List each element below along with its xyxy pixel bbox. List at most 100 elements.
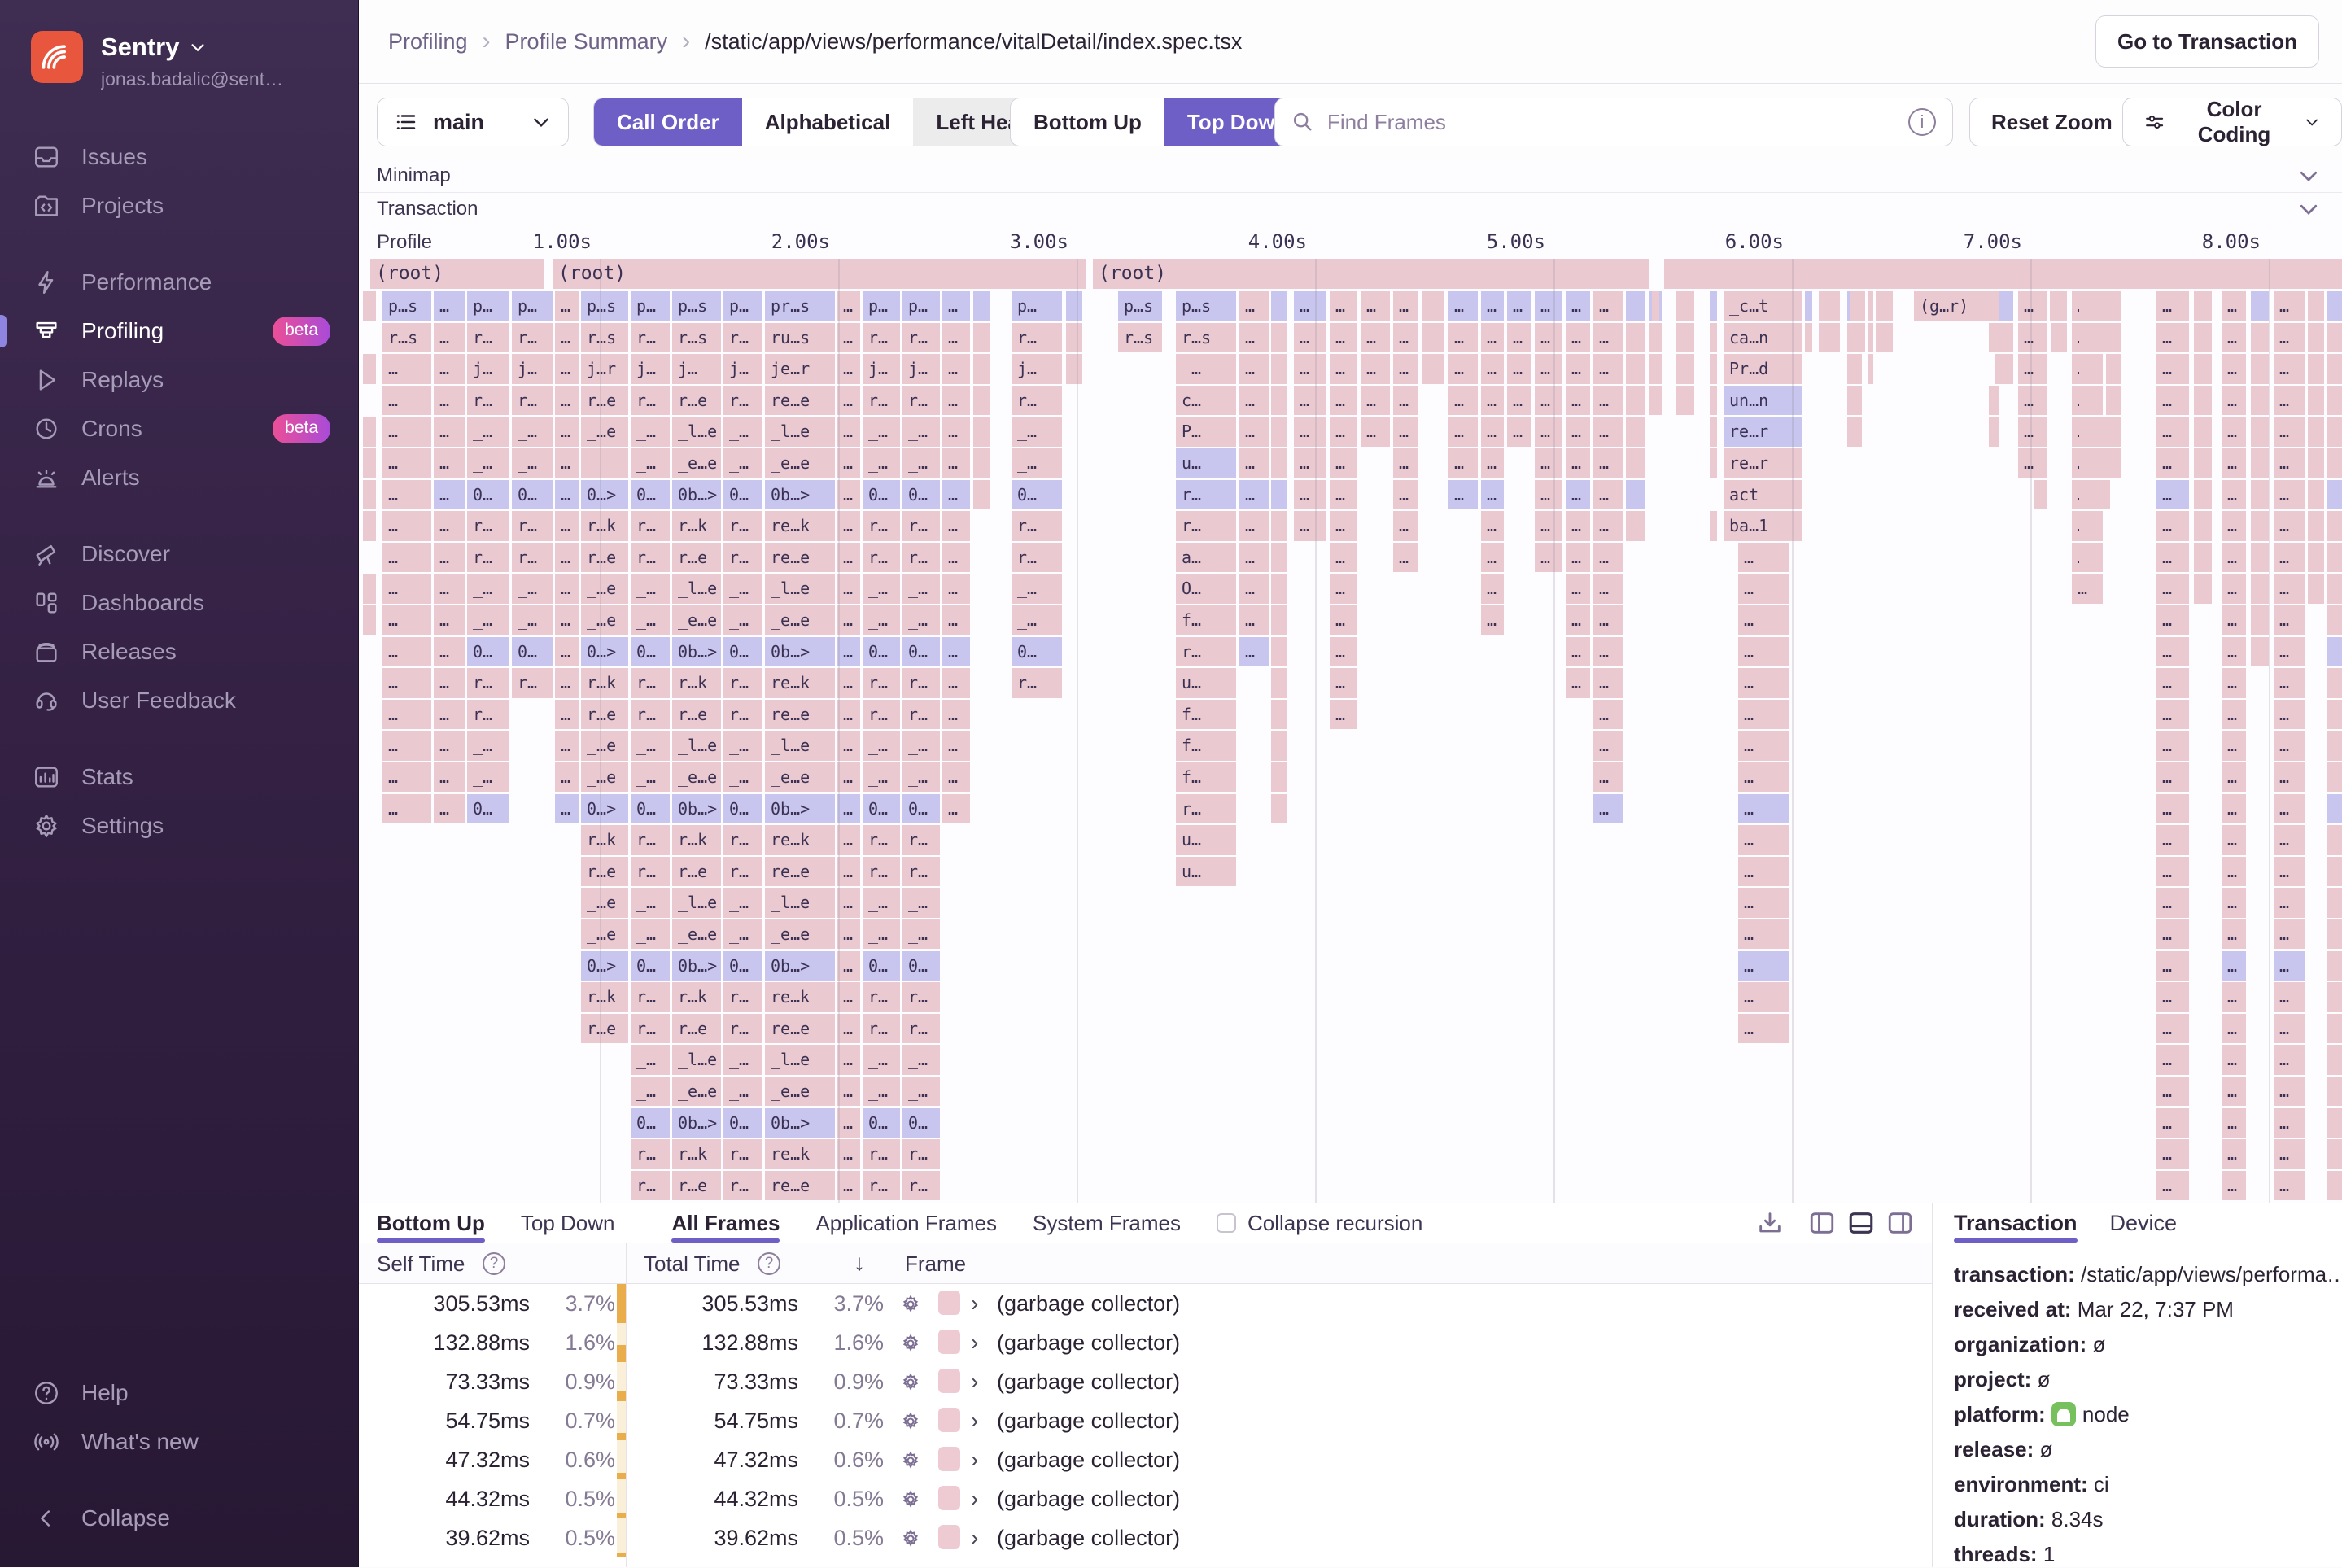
flame-frame[interactable]: … xyxy=(555,668,579,698)
flame-frame[interactable]: … xyxy=(1566,511,1590,541)
flame-frame[interactable]: … xyxy=(1393,322,1418,352)
flame-frame[interactable] xyxy=(1676,291,1694,321)
flame-frame[interactable]: _l…e xyxy=(672,417,721,447)
flame-frame[interactable]: re…e xyxy=(765,542,835,573)
flame-frame[interactable] xyxy=(2327,888,2342,918)
flame-frame[interactable]: … xyxy=(434,354,465,384)
org-switcher[interactable]: Sentry xyxy=(101,33,283,62)
flame-frame[interactable] xyxy=(1850,291,1866,321)
flame-frame[interactable] xyxy=(1868,291,1874,321)
flame-frame[interactable]: ba…1 xyxy=(1724,511,1802,541)
flame-frame[interactable]: r… xyxy=(723,1139,762,1169)
flame-frame[interactable]: … xyxy=(2222,1077,2246,1107)
flame-frame[interactable] xyxy=(1847,417,1862,447)
flame-frame[interactable]: … xyxy=(1330,699,1357,730)
flame-frame[interactable]: r… xyxy=(902,982,940,1012)
flame-frame[interactable] xyxy=(2308,322,2324,352)
flame-frame[interactable]: _… xyxy=(863,731,900,761)
flame-frame[interactable]: … xyxy=(1507,322,1531,352)
flame-frame[interactable]: 0… xyxy=(723,1107,762,1138)
flame-frame[interactable]: … xyxy=(1239,542,1269,573)
flame-frame[interactable]: _… xyxy=(902,888,940,918)
flame-frame[interactable]: _… xyxy=(512,605,553,635)
flame-frame[interactable]: _l…e xyxy=(765,417,835,447)
flame-frame[interactable]: … xyxy=(1330,605,1357,635)
collapse-recursion-toggle[interactable]: Collapse recursion xyxy=(1217,1211,1422,1236)
flame-frame[interactable]: r… xyxy=(512,668,553,698)
flame-frame[interactable] xyxy=(1271,322,1287,352)
flame-frame[interactable]: … xyxy=(2274,291,2305,321)
flame-frame[interactable]: … xyxy=(2156,605,2189,635)
flame-frame[interactable]: … xyxy=(1566,605,1590,635)
flame-frame[interactable] xyxy=(2327,825,2342,855)
flame-frame[interactable]: r… xyxy=(631,825,670,855)
flame-frame[interactable]: _…e xyxy=(581,762,628,793)
flame-frame[interactable]: … xyxy=(1330,417,1357,447)
flame-frame[interactable]: _… xyxy=(1012,574,1062,604)
flame-frame[interactable]: r… xyxy=(467,385,509,416)
flame-frame[interactable]: … xyxy=(434,636,465,666)
flame-frame[interactable]: … xyxy=(1239,291,1269,321)
flame-frame[interactable]: … xyxy=(2274,574,2305,604)
flame-frame[interactable] xyxy=(1676,385,1694,416)
flame-frame[interactable]: _l…e xyxy=(672,888,721,918)
flame-frame[interactable]: … xyxy=(2222,825,2246,855)
flame-frame[interactable]: … xyxy=(1738,542,1789,573)
flame-frame[interactable] xyxy=(1271,731,1287,761)
flame-frame[interactable]: … xyxy=(1393,291,1418,321)
flame-frame[interactable]: p… xyxy=(863,291,900,321)
flame-frame[interactable] xyxy=(2327,1139,2342,1169)
flame-frame[interactable] xyxy=(2099,417,2111,447)
flame-frame[interactable]: r… xyxy=(467,511,509,541)
flame-frame[interactable]: _…e xyxy=(581,919,628,950)
sidebar-item-profiling[interactable]: Profiling beta xyxy=(0,307,358,356)
flame-frame[interactable] xyxy=(2034,417,2048,447)
flame-frame[interactable] xyxy=(2194,511,2212,541)
flame-frame[interactable]: … xyxy=(2156,322,2189,352)
flame-frame[interactable]: 0b…> xyxy=(765,793,835,823)
flame-frame[interactable]: _… xyxy=(863,605,900,635)
flame-frame[interactable]: 0b…> xyxy=(672,636,721,666)
flame-frame[interactable]: … xyxy=(837,825,860,855)
flame-frame[interactable]: … xyxy=(1738,636,1789,666)
sidebar-item-settings[interactable]: Settings xyxy=(0,801,358,850)
flame-frame[interactable]: … xyxy=(2274,448,2305,478)
flame-frame[interactable] xyxy=(1989,385,1999,416)
flame-frame[interactable]: re…e xyxy=(765,699,835,730)
flame-frame[interactable]: p…s xyxy=(1176,291,1236,321)
flame-frame[interactable]: … xyxy=(1239,448,1269,478)
sentry-logo-icon[interactable] xyxy=(31,31,83,83)
flame-frame[interactable]: … xyxy=(837,919,860,950)
flame-frame[interactable]: … xyxy=(434,762,465,793)
flame-frame[interactable]: … xyxy=(1330,542,1357,573)
flame-frame[interactable]: r… xyxy=(723,699,762,730)
flame-frame[interactable]: … xyxy=(1535,542,1562,573)
flame-frame[interactable]: … xyxy=(1738,793,1789,823)
sidebar-item-crons[interactable]: Crons beta xyxy=(0,404,358,453)
flame-frame[interactable]: … xyxy=(2274,417,2305,447)
flame-frame[interactable]: _… xyxy=(1012,448,1062,478)
flame-frame[interactable]: f… xyxy=(1176,699,1236,730)
flame-frame[interactable] xyxy=(2079,385,2097,416)
flame-frame[interactable]: _… xyxy=(863,448,900,478)
flame-frame[interactable]: … xyxy=(837,1139,860,1169)
flame-frame[interactable]: … xyxy=(2222,354,2246,384)
flame-frame[interactable]: r…k xyxy=(672,511,721,541)
flame-frame[interactable] xyxy=(1066,322,1082,352)
flame-frame[interactable]: … xyxy=(2156,1013,2189,1044)
flame-frame[interactable] xyxy=(363,448,377,478)
flame-frame[interactable]: pr…s xyxy=(765,291,835,321)
flame-frame[interactable]: r…e xyxy=(672,1013,721,1044)
flame-frame[interactable]: … xyxy=(1239,417,1269,447)
flame-frame[interactable] xyxy=(2327,793,2342,823)
flame-frame[interactable]: r…e xyxy=(672,1170,721,1201)
flame-frame[interactable]: … xyxy=(1507,291,1531,321)
flame-frame[interactable]: … xyxy=(942,574,970,604)
flame-frame[interactable]: … xyxy=(2274,385,2305,416)
flame-frame[interactable] xyxy=(1676,322,1694,352)
flame-frame[interactable]: 0… xyxy=(631,950,670,981)
flame-frame[interactable]: _l…e xyxy=(765,1045,835,1075)
flame-frame[interactable] xyxy=(1649,385,1662,416)
flame-frame[interactable]: … xyxy=(382,448,431,478)
flame-frame[interactable]: r… xyxy=(863,1013,900,1044)
